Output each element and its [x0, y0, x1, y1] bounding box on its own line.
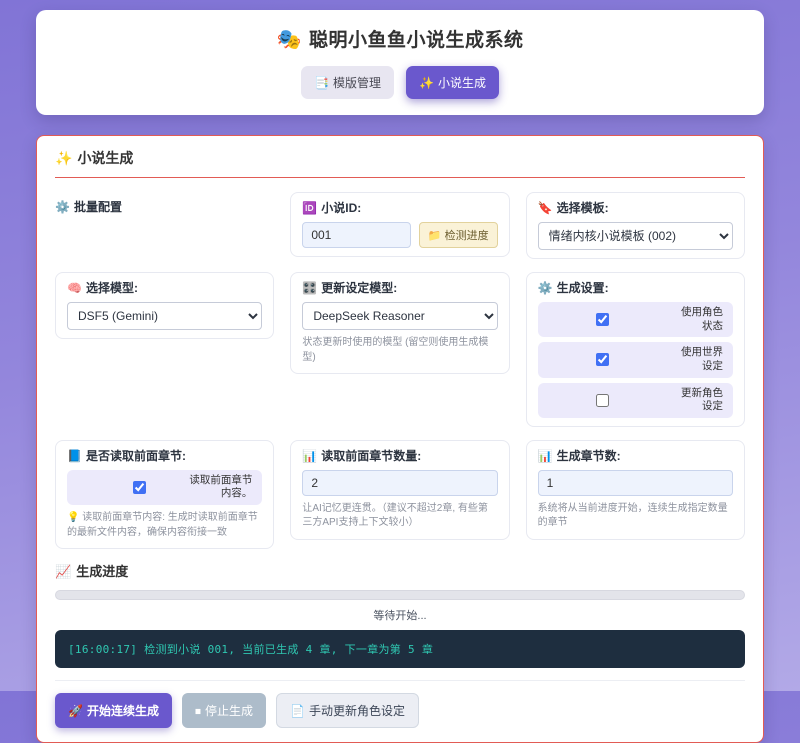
novel-id-group: 🆔小说ID: 📁 检测进度 — [290, 192, 509, 257]
previous-count-label: 📊读取前面章节数量: — [302, 449, 497, 464]
action-buttons: 🚀开始连续生成 ⏹停止生成 📄手动更新角色设定 — [55, 680, 745, 728]
model-select-label: 🧠选择模型: — [67, 281, 262, 296]
generation-settings-label: ⚙️生成设置: — [538, 281, 733, 296]
app-header-card: 🎭 聪明小鱼鱼小说生成系统 📑 模版管理 ✨ 小说生成 — [36, 10, 764, 115]
page-icon: 📄 — [290, 704, 305, 718]
setting-update-character: 更新角色设定 — [538, 383, 733, 418]
progress-status: 等待开始... — [55, 607, 745, 623]
read-previous-checkbox[interactable] — [133, 481, 146, 494]
folder-icon: 📁 — [428, 230, 442, 242]
setting-use-character-state: 使用角色状态 — [538, 302, 733, 337]
app-title-text: 聪明小鱼鱼小说生成系统 — [309, 30, 524, 51]
book-icon: 📘 — [67, 449, 82, 463]
panel-title-text: 小说生成 — [77, 150, 133, 166]
rocket-icon: 🚀 — [68, 704, 83, 718]
bar-chart-icon: 📊 — [538, 449, 553, 463]
update-character-checkbox[interactable] — [596, 394, 609, 407]
model-select[interactable]: DSF5 (Gemini) — [67, 302, 262, 330]
read-previous-label: 📘是否读取前面章节: — [67, 449, 262, 464]
model-select-group: 🧠选择模型: DSF5 (Gemini) — [55, 272, 274, 339]
gear-icon: ⚙️ — [538, 281, 553, 295]
template-select-group: 🔖选择模板: 情绪内核小说模板 (002) — [526, 192, 745, 259]
log-console: [16:00:17] 检测到小说 001, 当前已生成 4 章, 下一章为第 5… — [55, 630, 745, 668]
novel-id-input[interactable] — [302, 222, 411, 248]
read-previous-row: 读取前面章节内容。 — [67, 470, 262, 505]
update-model-select[interactable]: DeepSeek Reasoner — [302, 302, 497, 330]
sparkles-icon: ✨ — [419, 76, 434, 90]
chart-increasing-icon: 📈 — [55, 564, 71, 579]
bookmark-tabs-icon: 📑 — [314, 76, 329, 90]
update-model-label: 🎛️更新设定模型: — [302, 281, 497, 296]
gear-icon: ⚙️ — [55, 200, 70, 214]
lightbulb-icon: 💡 — [67, 512, 79, 523]
generation-settings-group: ⚙️生成设置: 使用角色状态 使用世界设定 更新角色设定 — [526, 272, 745, 427]
read-previous-checkbox-label: 读取前面章节内容。 — [184, 474, 252, 501]
chapter-count-hint: 系统将从当前进度开始，连续生成指定数量的章节 — [538, 502, 733, 531]
log-line: [16:00:17] 检测到小说 001, 当前已生成 4 章, 下一章为第 5… — [68, 643, 433, 656]
theater-masks-icon: 🎭 — [277, 29, 302, 51]
tab-template-management[interactable]: 📑 模版管理 — [301, 66, 394, 99]
sparkles-icon: ✨ — [55, 150, 72, 166]
previous-count-hint: 让AI记忆更连贯。（建议不超过2章, 有些第三方API支持上下文较小） — [302, 502, 497, 531]
bar-chart-icon: 📊 — [302, 449, 317, 463]
novel-id-row: 📁 检测进度 — [302, 222, 497, 248]
chapter-count-label: 📊生成章节数: — [538, 449, 733, 464]
progress-title: 📈生成进度 — [55, 561, 745, 580]
read-previous-group: 📘是否读取前面章节: 读取前面章节内容。 💡 读取前面章节内容: 生成时读取前面… — [55, 440, 274, 549]
manual-update-character-button[interactable]: 📄手动更新角色设定 — [276, 693, 419, 728]
app-title: 🎭 聪明小鱼鱼小说生成系统 — [46, 25, 754, 52]
check-progress-button[interactable]: 📁 检测进度 — [419, 222, 498, 248]
control-knobs-icon: 🎛️ — [302, 281, 317, 295]
progress-bar — [55, 590, 745, 600]
use-world-setting-checkbox[interactable] — [596, 353, 609, 366]
tab-label: 小说生成 — [438, 76, 486, 90]
update-model-hint: 状态更新时使用的模型 (留空则使用生成模型) — [302, 336, 497, 365]
setting-label: 更新角色设定 — [675, 387, 723, 414]
template-select[interactable]: 情绪内核小说模板 (002) — [538, 222, 733, 250]
tab-novel-generation[interactable]: ✨ 小说生成 — [406, 66, 499, 99]
stop-generation-button[interactable]: ⏹停止生成 — [182, 693, 266, 728]
novel-id-label: 🆔小说ID: — [302, 201, 497, 216]
setting-label: 使用角色状态 — [675, 306, 723, 333]
setting-label: 使用世界设定 — [675, 346, 723, 373]
start-generation-button[interactable]: 🚀开始连续生成 — [55, 693, 172, 728]
batch-config-label: ⚙️批量配置 — [55, 200, 274, 215]
template-select-label: 🔖选择模板: — [538, 201, 733, 216]
update-model-group: 🎛️更新设定模型: DeepSeek Reasoner 状态更新时使用的模型 (… — [290, 272, 509, 374]
panel-title: ✨ 小说生成 — [55, 148, 745, 178]
progress-section: 📈生成进度 等待开始... [16:00:17] 检测到小说 001, 当前已生… — [55, 561, 745, 728]
stop-icon: ⏹ — [195, 704, 201, 718]
config-form-grid: ⚙️批量配置 🆔小说ID: 📁 检测进度 🔖选择模板: 情绪内核小说模板 (00… — [55, 192, 745, 549]
id-icon: 🆔 — [302, 201, 317, 215]
novel-generation-panel: ✨ 小说生成 ⚙️批量配置 🆔小说ID: 📁 检测进度 🔖选择模板: — [36, 135, 764, 743]
main-nav-tabs: 📑 模版管理 ✨ 小说生成 — [46, 66, 754, 99]
brain-icon: 🧠 — [67, 281, 82, 295]
previous-count-group: 📊读取前面章节数量: 让AI记忆更连贯。（建议不超过2章, 有些第三方API支持… — [290, 440, 509, 540]
batch-config-group: ⚙️批量配置 — [55, 192, 274, 229]
bookmark-icon: 🔖 — [538, 201, 553, 215]
chapter-count-group: 📊生成章节数: 系统将从当前进度开始，连续生成指定数量的章节 — [526, 440, 745, 540]
chapter-count-input[interactable] — [538, 470, 733, 496]
tab-label: 模版管理 — [333, 76, 381, 90]
read-previous-hint: 💡 读取前面章节内容: 生成时读取前面章节的最新文件内容，确保内容衔接一致 — [67, 511, 262, 540]
previous-count-input[interactable] — [302, 470, 497, 496]
use-character-state-checkbox[interactable] — [596, 313, 609, 326]
setting-use-world-setting: 使用世界设定 — [538, 342, 733, 377]
